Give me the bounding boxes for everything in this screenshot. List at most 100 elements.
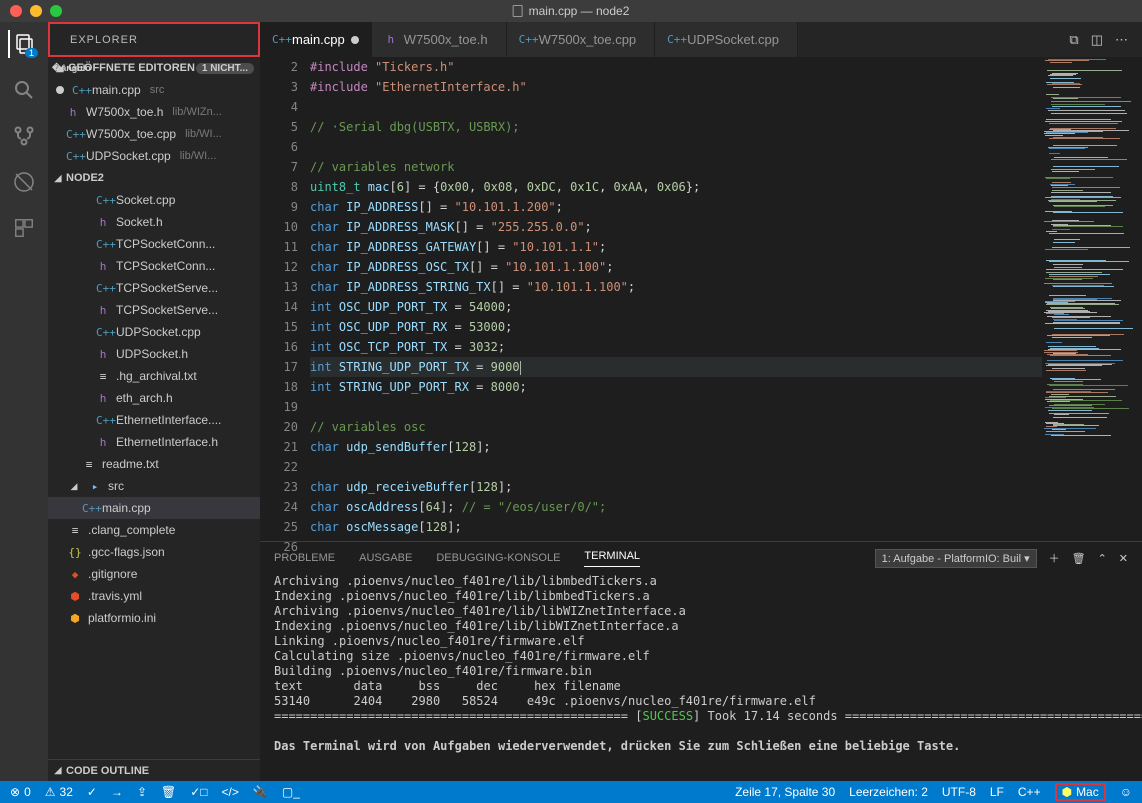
file-tree-item[interactable]: C++ EthernetInterface.... [48, 409, 260, 431]
status-serial-icon[interactable]: </> [222, 785, 239, 799]
code-outline-header[interactable]: ◢ CODE OUTLINE [48, 759, 260, 781]
panel-tab-debug[interactable]: DEBUGGING-KONSOLE [436, 552, 560, 564]
status-spaces[interactable]: Leerzeichen: 2 [849, 785, 928, 799]
window-close-button[interactable] [10, 5, 22, 17]
status-check-icon[interactable]: ✓ [87, 785, 97, 799]
line-gutter: 2345678910111213141516171819202122232425… [260, 57, 310, 541]
cpp-icon: C++ [272, 33, 286, 46]
file-name: Socket.cpp [116, 193, 175, 207]
search-icon[interactable] [10, 76, 38, 104]
terminal-selector[interactable]: 1: Aufgabe - PlatformIO: Buil ▾ [875, 549, 1037, 568]
status-term-icon[interactable]: ▢_ [282, 785, 300, 799]
modified-dot-icon [56, 86, 64, 94]
folder-icon: ▸ [88, 480, 102, 493]
new-terminal-icon[interactable]: ＋ [1049, 550, 1060, 566]
status-feedback-icon[interactable]: ☺ [1120, 785, 1132, 799]
sidebar: EXPLORER �ângulo ◢ GEÖFFNETE EDITOREN 1 … [48, 22, 260, 781]
file-tree-item[interactable]: h eth_arch.h [48, 387, 260, 409]
window-zoom-button[interactable] [50, 5, 62, 17]
split-editor-icon[interactable]: ◫ [1091, 32, 1103, 48]
file-tree-item[interactable]: h TCPSocketConn... [48, 255, 260, 277]
editor-tab[interactable]: C++ W7500x_toe.cpp [507, 22, 656, 57]
cpp-icon: C++ [96, 238, 110, 251]
file-tree-item[interactable]: ◆ .gitignore [48, 563, 260, 585]
tab-label: W7500x_toe.cpp [539, 32, 637, 47]
unsaved-badge: 1 NICHT... [196, 63, 254, 74]
open-editor-item[interactable]: h W7500x_toe.h lib/WIZn... [48, 101, 260, 123]
close-panel-icon[interactable]: ✕ [1119, 552, 1128, 565]
debug-icon[interactable] [10, 168, 38, 196]
file-tree-item[interactable]: ≡ .clang_complete [48, 519, 260, 541]
file-tree-item[interactable]: C++ main.cpp [48, 497, 260, 519]
status-errors[interactable]: ⊗0 [10, 785, 31, 799]
open-editor-item[interactable]: C++ UDPSocket.cpp lib/WI... [48, 145, 260, 167]
status-eol[interactable]: LF [990, 785, 1004, 799]
file-name: main.cpp [102, 501, 151, 515]
cpp-icon: C++ [72, 84, 86, 97]
file-tree-item[interactable]: h TCPSocketServe... [48, 299, 260, 321]
code-editor[interactable]: #include "Tickers.h"#include "EthernetIn… [310, 57, 1042, 541]
status-clean-icon[interactable]: 🗑 [161, 785, 176, 799]
cpp-icon: C++ [667, 33, 681, 46]
editor-tabs: C++main.cpphW7500x_toe.h C++ W7500x_toe.cp… [260, 22, 1142, 57]
file-name: .clang_complete [88, 523, 175, 537]
h-icon: h [96, 260, 110, 273]
editor-tab[interactable]: C++UDPSocket.cpp [655, 22, 798, 57]
file-tree-item[interactable]: C++ TCPSocketServe... [48, 277, 260, 299]
status-upload-icon[interactable]: ⇪ [137, 785, 147, 799]
status-test-icon[interactable]: ✓□ [190, 785, 207, 799]
file-tree-item[interactable]: ≡ .hg_archival.txt [48, 365, 260, 387]
status-mac-badge[interactable]: ⬢Mac [1055, 783, 1106, 801]
file-tree-item[interactable]: {} .gcc-flags.json [48, 541, 260, 563]
cpp-icon: C++ [96, 282, 110, 295]
project-header[interactable]: ◢ NODE2 [48, 167, 260, 189]
terminal-output[interactable]: Archiving .pioenvs/nucleo_f401re/lib/lib… [260, 574, 1142, 781]
file-tree-item[interactable]: h Socket.h [48, 211, 260, 233]
editor-tab[interactable]: hW7500x_toe.h [372, 22, 507, 57]
file-tree-item[interactable]: ◢▸ src [48, 475, 260, 497]
statusbar: ⊗0 ⚠32 ✓ → ⇪ 🗑 ✓□ </> 🔌 ▢_ Zeile 17, Spa… [0, 781, 1142, 803]
file-path: lib/WI... [180, 150, 217, 162]
file-name: readme.txt [102, 457, 159, 471]
status-plug-icon[interactable]: 🔌 [253, 785, 268, 799]
explorer-icon[interactable]: 1 [8, 30, 38, 58]
status-encoding[interactable]: UTF-8 [942, 785, 976, 799]
open-editors-header[interactable]: �ângulo ◢ GEÖFFNETE EDITOREN 1 NICHT... [48, 57, 260, 79]
open-editor-item[interactable]: C++ W7500x_toe.cpp lib/WI... [48, 123, 260, 145]
txt-icon: ≡ [82, 458, 96, 471]
extensions-icon[interactable] [10, 214, 38, 242]
h-icon: h [66, 106, 80, 119]
panel-tab-ausgabe[interactable]: AUSGABE [359, 552, 412, 564]
file-tree-item[interactable]: ≡ readme.txt [48, 453, 260, 475]
editor-tab[interactable]: C++main.cpp [260, 22, 372, 57]
cpp-icon: C++ [519, 33, 533, 46]
file-tree-item[interactable]: C++ Socket.cpp [48, 189, 260, 211]
h-icon: h [96, 348, 110, 361]
file-tree-item[interactable]: h UDPSocket.h [48, 343, 260, 365]
file-tree-item[interactable]: C++ TCPSocketConn... [48, 233, 260, 255]
open-editor-item[interactable]: C++ main.cpp src [48, 79, 260, 101]
kill-terminal-icon[interactable]: 🗑 [1072, 552, 1086, 565]
status-position[interactable]: Zeile 17, Spalte 30 [735, 785, 835, 799]
file-name: src [108, 479, 124, 493]
minimap[interactable] [1042, 57, 1142, 541]
modified-dot-icon [351, 36, 359, 44]
file-name: UDPSocket.h [116, 347, 188, 361]
explorer-badge: 1 [25, 48, 38, 58]
file-tree-item[interactable]: C++ UDPSocket.cpp [48, 321, 260, 343]
document-icon [513, 5, 523, 17]
status-language[interactable]: C++ [1018, 785, 1041, 799]
status-warnings[interactable]: ⚠32 [45, 785, 73, 799]
panel-tab-terminal[interactable]: TERMINAL [584, 550, 640, 567]
window-minimize-button[interactable] [30, 5, 42, 17]
file-name: TCPSocketConn... [116, 237, 215, 251]
compare-icon[interactable]: ⧉ [1069, 32, 1078, 48]
file-tree-item[interactable]: ⬢ platformio.ini [48, 607, 260, 629]
file-tree-item[interactable]: ⬢ .travis.yml [48, 585, 260, 607]
file-name: EthernetInterface.h [116, 435, 218, 449]
maximize-panel-icon[interactable]: ⌃ [1098, 552, 1107, 565]
more-icon[interactable]: ⋯ [1115, 32, 1128, 48]
status-run-icon[interactable]: → [111, 785, 123, 799]
file-tree-item[interactable]: h EthernetInterface.h [48, 431, 260, 453]
scm-icon[interactable] [10, 122, 38, 150]
